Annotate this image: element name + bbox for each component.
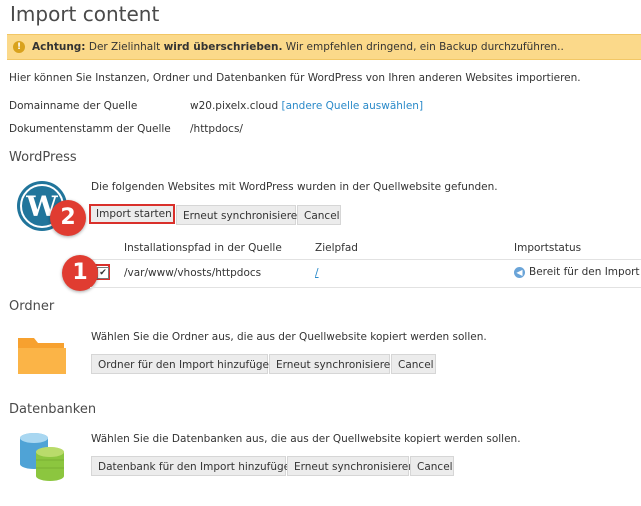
folders-cancel-button[interactable]: Cancel [391,354,436,374]
folders-heading: Ordner [9,299,55,314]
col-header-import-status: Importstatus [514,242,582,254]
table-row-target-path-link[interactable]: / [315,267,319,279]
databases-description: Wählen Sie die Datenbanken aus, die aus … [91,433,521,445]
domain-label: Domainname der Quelle [9,100,138,112]
wordpress-cancel-button[interactable]: Cancel [297,205,341,225]
page-title: Import content [10,2,160,26]
docroot-value: /httpdocs/ [190,123,243,135]
folder-icon [16,330,68,378]
databases-cancel-button[interactable]: Cancel [410,456,454,476]
warning-text-before: Der Zielinhalt [85,41,164,53]
warning-text-after: Wir empfehlen dringend, ein Backup durch… [282,41,564,53]
change-source-link[interactable]: [andere Quelle auswählen] [281,100,423,112]
table-row-divider [90,287,641,288]
intro-text: Hier können Sie Instanzen, Ordner und Da… [9,72,581,84]
table-row-source-path: /var/www/vhosts/httpdocs [124,267,262,279]
warning-prefix: Achtung: [32,41,86,53]
table-row-status: ◀ Bereit für den Import [514,266,640,278]
folders-description: Wählen Sie die Ordner aus, die aus der Q… [91,331,487,343]
add-database-button[interactable]: Datenbank für den Import hinzufügen [91,456,297,476]
table-header-divider [90,259,641,260]
table-row-status-text: Bereit für den Import [529,266,640,278]
col-header-target-path: Zielpfad [315,242,358,254]
databases-resync-button[interactable]: Erneut synchronisieren [287,456,415,476]
domain-value-row: w20.pixelx.cloud [andere Quelle auswähle… [190,100,423,112]
col-header-source-path: Installationspfad in der Quelle [124,242,282,254]
callout-2: 2 [50,200,86,236]
warning-emphasis: wird überschrieben. [163,41,283,53]
warning-icon: ! [13,41,25,53]
folders-resync-button[interactable]: Erneut synchronisieren [269,354,397,374]
wordpress-heading: WordPress [9,150,77,165]
domain-value: w20.pixelx.cloud [190,100,279,112]
database-icon [16,432,68,482]
table-row-checkbox[interactable]: ✔ [97,267,109,279]
import-start-button[interactable]: Import starten [89,204,175,224]
arrow-left-circle-icon: ◀ [514,266,525,278]
add-folder-button[interactable]: Ordner für den Import hinzufügen [91,354,276,374]
wordpress-resync-button[interactable]: Erneut synchronisieren [176,205,304,225]
callout-1: 1 [62,255,98,291]
warning-banner: ! Achtung: Der Zielinhalt wird überschri… [7,34,641,60]
wordpress-description: Die folgenden Websites mit WordPress wur… [91,181,498,193]
docroot-label: Dokumentenstamm der Quelle [9,123,171,135]
warning-text: Achtung: Der Zielinhalt wird überschrieb… [32,41,564,53]
databases-heading: Datenbanken [9,402,97,417]
